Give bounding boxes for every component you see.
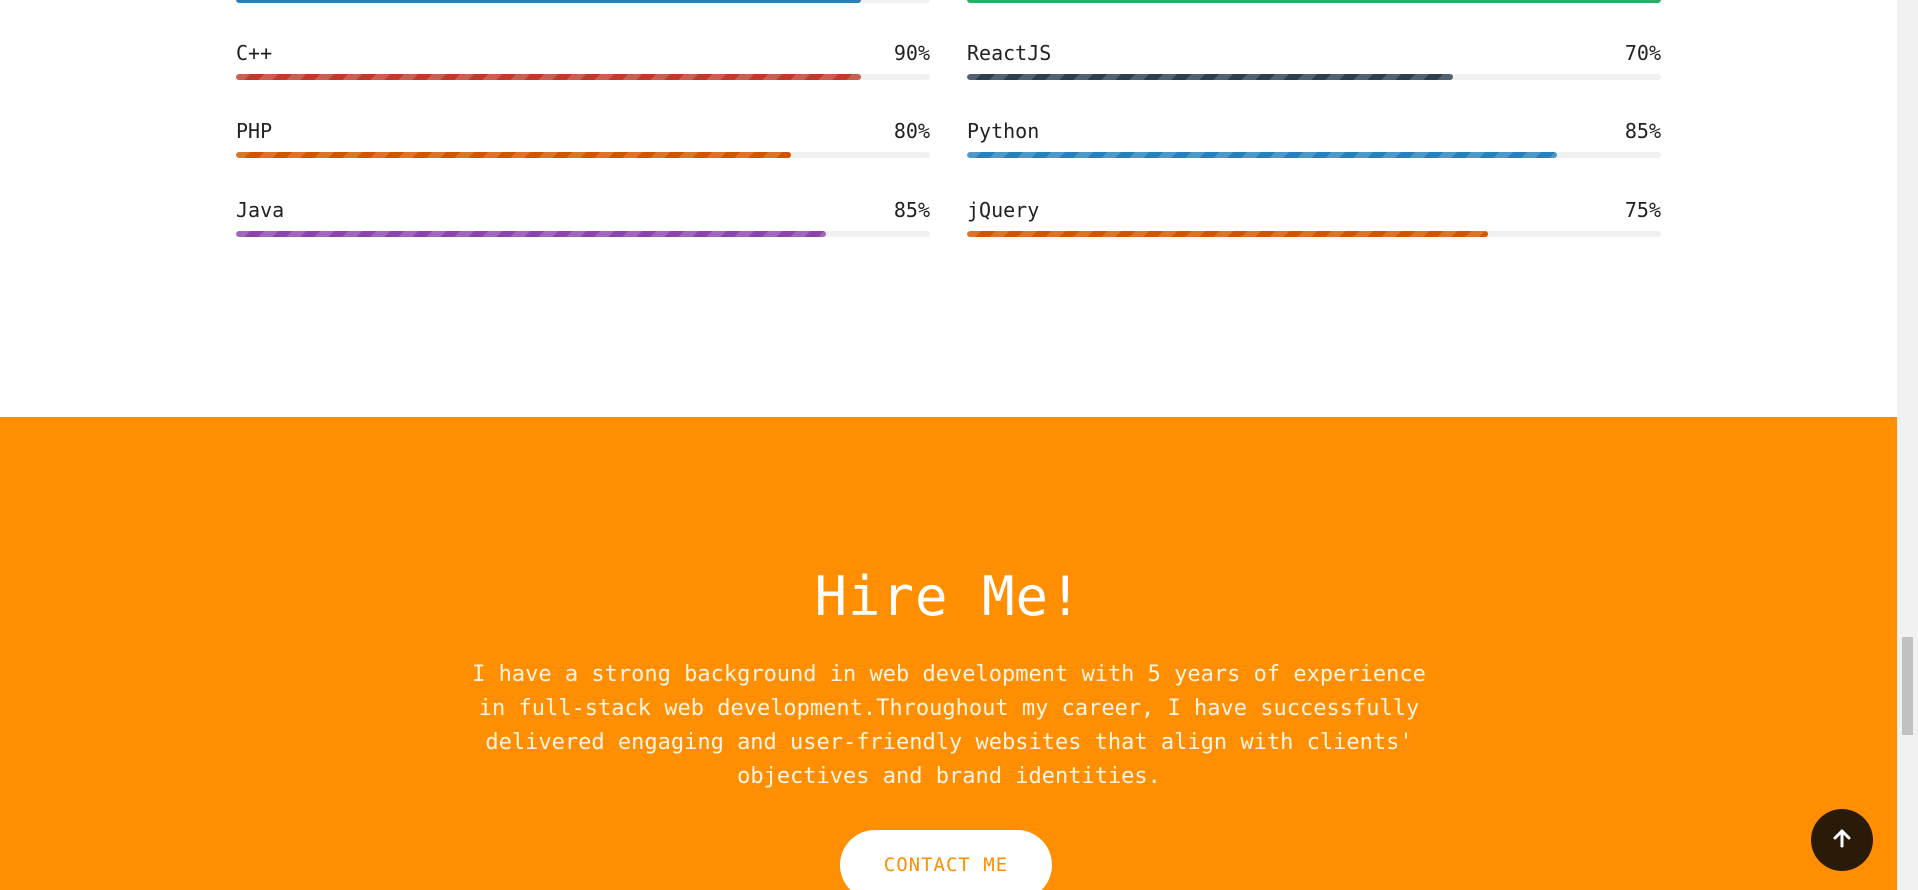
skill-bar-fill — [967, 0, 1661, 3]
skill-progress-track — [236, 231, 930, 237]
scrollbar[interactable] — [1897, 0, 1918, 890]
skill-percent: 75% — [1624, 198, 1661, 222]
skill-bar-fill — [236, 0, 861, 3]
page: C++ 90% PHP 80% Java 85% ReactJS 70% Python 85% j… — [0, 0, 1897, 890]
skill-percent: 80% — [893, 119, 930, 143]
skill-row-python: Python 85% — [967, 118, 1661, 166]
skill-percent: 85% — [1624, 119, 1661, 143]
skill-row-php: PHP 80% — [236, 118, 930, 166]
hire-description: I have a strong background in web develo… — [472, 662, 1426, 789]
skill-row-c: C++ 90% — [236, 40, 930, 88]
skill-progress-fill — [967, 152, 1557, 158]
skill-progress-fill — [967, 231, 1488, 237]
skill-name: jQuery — [967, 198, 1040, 222]
skill-name: PHP — [236, 119, 273, 143]
hire-title: Hire Me! — [814, 565, 1083, 628]
skill-progress-fill — [236, 152, 792, 158]
skill-percent: 90% — [893, 41, 930, 65]
scrollbar-thumb[interactable] — [1902, 637, 1913, 735]
skill-name: Python — [967, 119, 1040, 143]
skill-progress-track — [236, 152, 930, 158]
skill-progress-fill — [236, 231, 826, 237]
contact-me-button[interactable]: CONTACT ME — [840, 830, 1052, 890]
arrow-up-icon — [1831, 827, 1853, 853]
skill-progress-track — [967, 152, 1661, 158]
skill-name: Java — [236, 198, 285, 222]
scroll-to-top-button[interactable] — [1811, 809, 1873, 871]
skill-percent: 70% — [1624, 41, 1661, 65]
skill-progress-track — [236, 74, 930, 80]
skill-progress-fill — [967, 74, 1453, 80]
skill-name: C++ — [236, 41, 273, 65]
skill-bar-partial — [967, 0, 1661, 3]
skill-progress-fill — [236, 74, 861, 80]
skill-progress-track — [967, 231, 1661, 237]
skill-percent: 85% — [893, 198, 930, 222]
skill-row-reactjs: ReactJS 70% — [967, 40, 1661, 88]
skill-name: ReactJS — [967, 41, 1052, 65]
skill-bar-partial — [236, 0, 930, 3]
skill-row-java: Java 85% — [236, 197, 930, 245]
skill-progress-track — [967, 74, 1661, 80]
hire-me-section: Hire Me! I have a strong background in w… — [0, 417, 1897, 890]
skill-row-jquery: jQuery 75% — [967, 197, 1661, 245]
skills-section: C++ 90% PHP 80% Java 85% ReactJS 70% Python 85% j… — [0, 0, 1897, 417]
